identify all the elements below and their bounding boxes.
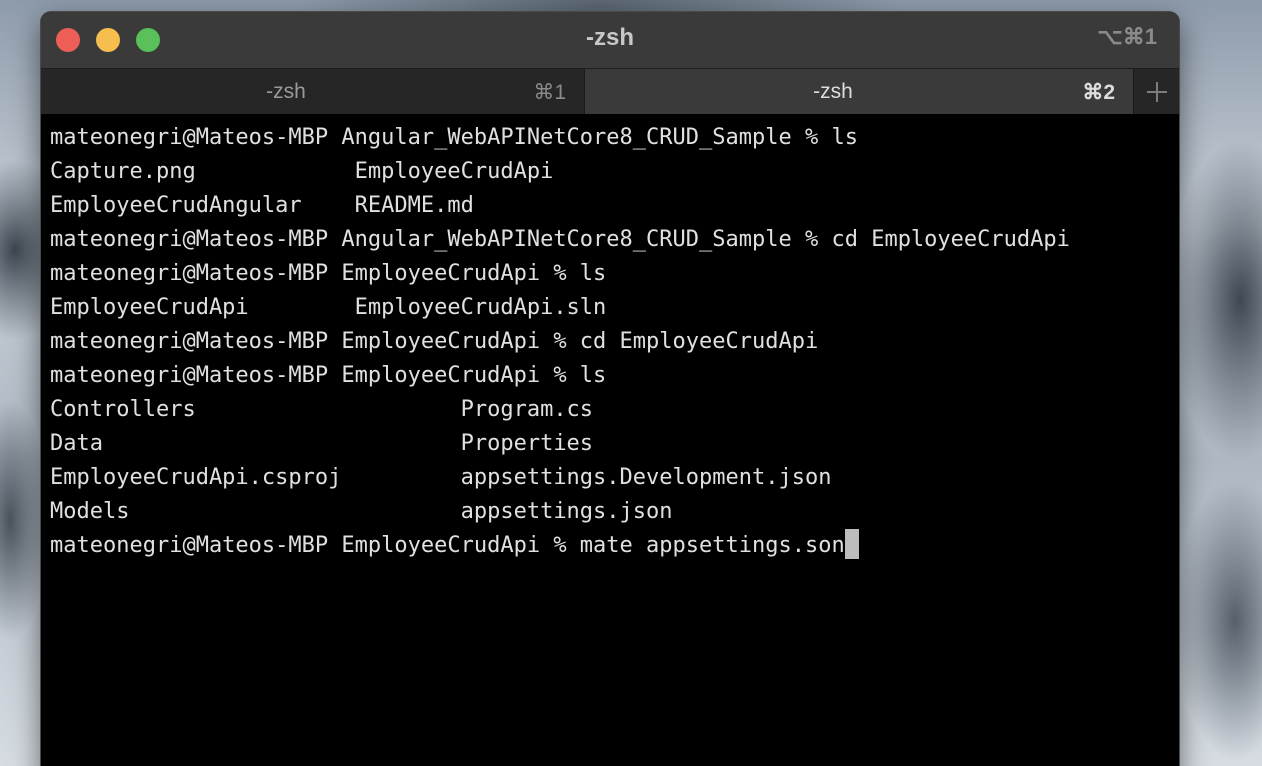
current-command: mateonegri@Mateos-MBP EmployeeCrudApi % … — [50, 533, 845, 558]
tab-bar: -zsh ⌘1 -zsh ⌘2 — [41, 68, 1179, 114]
terminal-prompt-line[interactable]: mateonegri@Mateos-MBP EmployeeCrudApi % … — [50, 529, 859, 563]
new-tab-button[interactable] — [1133, 69, 1179, 114]
title-bar[interactable]: -zsh ⌥⌘1 — [41, 12, 1179, 68]
terminal-line: Models appsettings.json — [50, 499, 673, 524]
terminal-line: Capture.png EmployeeCrudApi — [50, 159, 554, 184]
tab-label: -zsh — [813, 80, 853, 103]
tab-shortcut: ⌘1 — [533, 81, 566, 104]
terminal-line: Data Properties — [50, 431, 594, 456]
window-shortcut: ⌥⌘1 — [1097, 24, 1157, 49]
terminal-line: Controllers Program.cs — [50, 397, 594, 422]
desktop-wallpaper: -zsh ⌥⌘1 -zsh ⌘1 -zsh ⌘2 mateonegri@Mate… — [0, 0, 1262, 766]
tab-2[interactable]: -zsh ⌘2 — [584, 69, 1133, 114]
tab-label: -zsh — [266, 80, 306, 103]
window-title: -zsh — [586, 24, 634, 51]
terminal-line: mateonegri@Mateos-MBP Angular_WebAPINetC… — [50, 125, 858, 150]
terminal-line: mateonegri@Mateos-MBP EmployeeCrudApi % … — [50, 363, 607, 388]
terminal-line: EmployeeCrudAngular README.md — [50, 193, 474, 218]
terminal-line: EmployeeCrudApi EmployeeCrudApi.sln — [50, 295, 607, 320]
terminal-line: mateonegri@Mateos-MBP Angular_WebAPINetC… — [50, 227, 1070, 252]
terminal-line: mateonegri@Mateos-MBP EmployeeCrudApi % … — [50, 329, 819, 354]
tab-shortcut: ⌘2 — [1082, 81, 1115, 104]
tab-1[interactable]: -zsh ⌘1 — [41, 69, 584, 114]
terminal-line: mateonegri@Mateos-MBP EmployeeCrudApi % … — [50, 261, 607, 286]
terminal-output[interactable]: mateonegri@Mateos-MBP Angular_WebAPINetC… — [50, 121, 1170, 766]
terminal-line: EmployeeCrudApi.csproj appsettings.Devel… — [50, 465, 832, 490]
text-cursor — [844, 529, 859, 559]
terminal-window: -zsh ⌥⌘1 -zsh ⌘1 -zsh ⌘2 mateonegri@Mate… — [41, 12, 1179, 766]
